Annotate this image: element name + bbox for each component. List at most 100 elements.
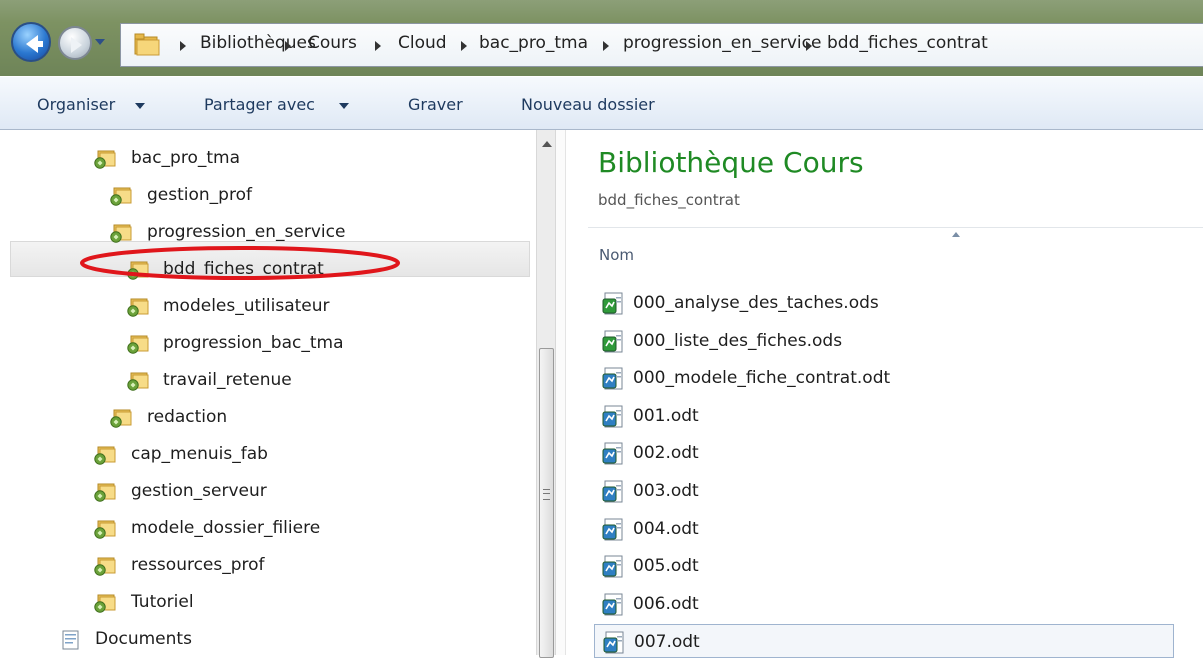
new-folder-button[interactable]: Nouveau dossier (521, 95, 655, 114)
pane-splitter[interactable] (556, 130, 566, 655)
file-row[interactable]: 000_liste_des_fiches.ods (594, 324, 1174, 358)
library-folder-icon (127, 334, 149, 354)
breadcrumb-separator-icon[interactable] (285, 41, 291, 51)
tree-item-label: modeles_utilisateur (163, 296, 330, 316)
tree-item-label: cap_menuis_fab (131, 444, 268, 464)
spreadsheet-file-icon (602, 292, 624, 316)
column-header-name[interactable]: Nom (588, 230, 1203, 276)
file-name: 005.odt (633, 556, 699, 576)
address-bar (0, 0, 1203, 76)
breadcrumb-item[interactable]: progression_en_service (623, 33, 821, 53)
tree-item-label: modele_dossier_filiere (131, 518, 321, 538)
library-folder-icon (127, 371, 149, 391)
file-row[interactable]: 005.odt (594, 549, 1174, 583)
tree-item-bac-pro-tma[interactable]: bac_pro_tma (0, 143, 530, 175)
nav-vertical-scrollbar[interactable] (536, 130, 556, 658)
sort-ascending-icon (952, 232, 960, 237)
scrollbar-thumb[interactable] (539, 348, 554, 658)
organize-menu-button[interactable]: Organiser (37, 95, 115, 114)
file-name: 000_modele_fiche_contrat.odt (633, 368, 891, 388)
library-folder-icon (94, 519, 116, 539)
file-row[interactable]: 007.odt (594, 624, 1174, 658)
tree-item-modele-dossier-filiere[interactable]: modele_dossier_filiere (0, 513, 530, 545)
tree-item-label: Documents (95, 629, 192, 649)
documents-library-icon (60, 630, 82, 650)
scroll-up-arrow-icon[interactable] (542, 141, 552, 147)
breadcrumb-separator-icon[interactable] (461, 41, 467, 51)
forward-arrow-icon (71, 37, 82, 53)
breadcrumb-item[interactable]: Cours (308, 33, 357, 53)
file-name: 000_analyse_des_taches.ods (633, 293, 879, 313)
library-folder-icon (94, 482, 116, 502)
text-document-file-icon (602, 555, 624, 579)
tree-item-label: ressources_prof (131, 555, 265, 575)
text-document-file-icon (602, 442, 624, 466)
text-document-file-icon (603, 631, 625, 655)
library-folder-icon (94, 445, 116, 465)
breadcrumb-item[interactable]: Cloud (398, 33, 447, 53)
breadcrumb-item[interactable]: bac_pro_tma (479, 33, 588, 53)
file-row[interactable]: 006.odt (594, 587, 1174, 621)
file-list-pane: Bibliothèque Cours bdd_fiches_contrat No… (566, 130, 1203, 658)
tree-item-ressources-prof[interactable]: ressources_prof (0, 550, 530, 582)
file-name: 006.odt (633, 594, 699, 614)
grip-icon (543, 489, 550, 500)
back-arrow-icon (26, 35, 43, 53)
file-row[interactable]: 003.odt (594, 474, 1174, 508)
divider (588, 227, 1203, 228)
forward-button[interactable] (58, 26, 92, 60)
library-folder-icon (94, 593, 116, 613)
text-document-file-icon (602, 593, 624, 617)
library-title: Bibliothèque Cours (598, 146, 864, 179)
text-document-file-icon (602, 518, 624, 542)
tree-item-redaction[interactable]: redaction (0, 402, 530, 434)
library-folder-icon (110, 186, 132, 206)
red-highlight-ellipse (80, 246, 400, 280)
library-folder-icon (127, 297, 149, 317)
tree-item-label: redaction (147, 407, 228, 427)
file-name: 003.odt (633, 481, 699, 501)
file-name: 004.odt (633, 519, 699, 539)
breadcrumb-separator-icon[interactable] (806, 41, 812, 51)
file-row[interactable]: 002.odt (594, 436, 1174, 470)
tree-item-progression-bac-tma[interactable]: progression_bac_tma (0, 328, 530, 360)
tree-item-documents[interactable]: Documents (0, 624, 530, 656)
file-name: 007.odt (634, 632, 700, 652)
tree-item-gestion-prof[interactable]: gestion_prof (0, 180, 530, 212)
file-row[interactable]: 001.odt (594, 399, 1174, 433)
library-folder-icon (94, 556, 116, 576)
share-with-menu-button[interactable]: Partager avec (204, 95, 315, 114)
tree-item-label: bac_pro_tma (131, 148, 241, 168)
file-row[interactable]: 000_analyse_des_taches.ods (594, 286, 1174, 320)
chevron-down-icon (135, 103, 145, 109)
file-row[interactable]: 004.odt (594, 512, 1174, 546)
chevron-down-icon (339, 103, 349, 109)
command-bar: Organiser Partager avec Graver Nouveau d… (0, 76, 1203, 130)
library-folder-icon (110, 408, 132, 428)
text-document-file-icon (602, 480, 624, 504)
tree-item-cap-menuis-fab[interactable]: cap_menuis_fab (0, 439, 530, 471)
tree-item-label: travail_retenue (163, 370, 292, 390)
recent-pages-dropdown-icon[interactable] (94, 37, 106, 47)
breadcrumb-separator-icon[interactable] (180, 41, 186, 51)
column-header-label: Nom (599, 246, 635, 264)
breadcrumb-item[interactable]: Bibliothèques (200, 33, 316, 53)
tree-item-label: progression_bac_tma (163, 333, 344, 353)
back-button[interactable] (11, 22, 51, 62)
breadcrumb-item[interactable]: bdd_fiches_contrat (827, 33, 988, 53)
text-document-file-icon (602, 367, 624, 391)
tree-item-travail-retenue[interactable]: travail_retenue (0, 365, 530, 397)
tree-item-label: Tutoriel (131, 592, 194, 612)
file-row[interactable]: 000_modele_fiche_contrat.odt (594, 361, 1174, 395)
library-folder-icon (110, 223, 132, 243)
breadcrumb-separator-icon[interactable] (375, 41, 381, 51)
file-name: 002.odt (633, 443, 699, 463)
burn-button[interactable]: Graver (408, 95, 463, 114)
tree-item-tutoriel[interactable]: Tutoriel (0, 587, 530, 619)
tree-item-gestion-serveur[interactable]: gestion_serveur (0, 476, 530, 508)
file-name: 001.odt (633, 406, 699, 426)
folder-icon (134, 33, 160, 56)
tree-item-label: gestion_serveur (131, 481, 267, 501)
breadcrumb-separator-icon[interactable] (603, 41, 609, 51)
tree-item-modeles-utilisateur[interactable]: modeles_utilisateur (0, 291, 530, 323)
